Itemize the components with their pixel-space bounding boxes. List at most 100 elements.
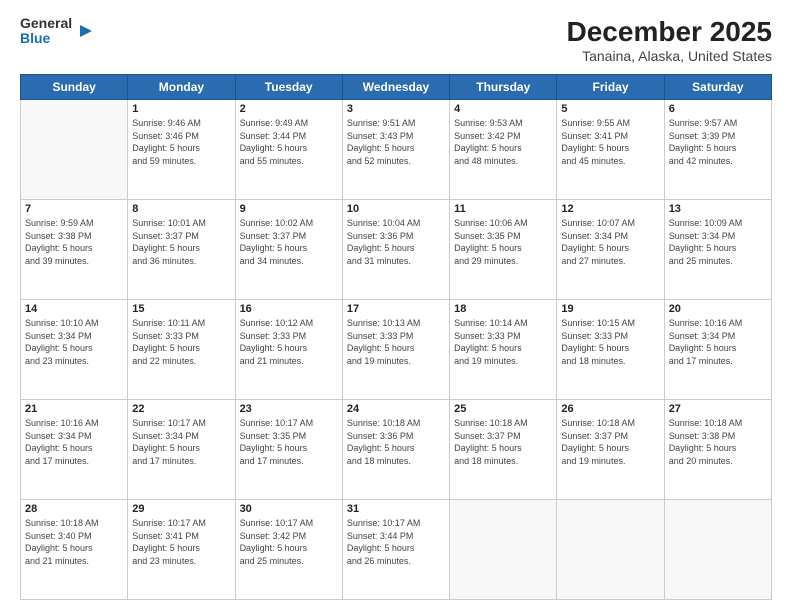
day-info: Sunrise: 10:12 AM Sunset: 3:33 PM Daylig…	[240, 317, 338, 367]
week-row-2: 7Sunrise: 9:59 AM Sunset: 3:38 PM Daylig…	[21, 200, 772, 300]
logo: General Blue	[20, 16, 96, 47]
header-wednesday: Wednesday	[342, 75, 449, 100]
day-number: 27	[669, 403, 767, 415]
day-number: 4	[454, 103, 552, 115]
day-info: Sunrise: 9:49 AM Sunset: 3:44 PM Dayligh…	[240, 117, 338, 167]
calendar-cell: 11Sunrise: 10:06 AM Sunset: 3:35 PM Dayl…	[450, 200, 557, 300]
week-row-1: 1 Sunrise: 9:46 AM Sunset: 3:46 PM Daylig…	[21, 100, 772, 200]
calendar-cell: 18 Sunrise: 10:14 AM Sunset: 3:33 PM Dayl…	[450, 300, 557, 400]
day-info: Sunrise: 9:46 AM Sunset: 3:46 PM Dayligh…	[132, 117, 230, 167]
calendar-cell: 12 Sunrise: 10:07 AM Sunset: 3:34 PM Dayl…	[557, 200, 664, 300]
calendar-cell	[450, 500, 557, 600]
calendar-cell: 17 Sunrise: 10:13 AM Sunset: 3:33 PM Dayl…	[342, 300, 449, 400]
calendar-cell: 27 Sunrise: 10:18 AM Sunset: 3:38 PM Dayl…	[664, 400, 771, 500]
day-info: Sunrise: 10:18 AM Sunset: 3:38 PM Daylig…	[669, 417, 767, 467]
calendar-cell: 14Sunrise: 10:10 AM Sunset: 3:34 PM Dayl…	[21, 300, 128, 400]
day-number: 1	[132, 103, 230, 115]
calendar-cell: 6 Sunrise: 9:57 AM Sunset: 3:39 PM Daylig…	[664, 100, 771, 200]
day-info: Sunrise: 10:15 AM Sunset: 3:33 PM Daylig…	[561, 317, 659, 367]
day-info: Sunrise: 10:04 AM Sunset: 3:36 PM Daylig…	[347, 217, 445, 267]
day-number: 25	[454, 403, 552, 415]
calendar-cell: 30 Sunrise: 10:17 AM Sunset: 3:42 PM Dayl…	[235, 500, 342, 600]
calendar-cell: 22 Sunrise: 10:17 AM Sunset: 3:34 PM Dayl…	[128, 400, 235, 500]
day-number: 14	[25, 303, 123, 315]
day-number: 17	[347, 303, 445, 315]
day-info: Sunrise: 10:07 AM Sunset: 3:34 PM Daylig…	[561, 217, 659, 267]
logo-arrow-icon	[76, 21, 96, 41]
day-number: 20	[669, 303, 767, 315]
day-number: 6	[669, 103, 767, 115]
day-info: Sunrise: 10:14 AM Sunset: 3:33 PM Daylig…	[454, 317, 552, 367]
calendar-cell: 9 Sunrise: 10:02 AM Sunset: 3:37 PM Dayli…	[235, 200, 342, 300]
calendar-cell: 2 Sunrise: 9:49 AM Sunset: 3:44 PM Daylig…	[235, 100, 342, 200]
calendar-cell	[664, 500, 771, 600]
day-number: 23	[240, 403, 338, 415]
day-info: Sunrise: 9:57 AM Sunset: 3:39 PM Dayligh…	[669, 117, 767, 167]
day-info: Sunrise: 10:13 AM Sunset: 3:33 PM Daylig…	[347, 317, 445, 367]
day-number: 12	[561, 203, 659, 215]
page: General Blue December 2025 Tanaina, Alas…	[0, 0, 792, 612]
day-info: Sunrise: 10:18 AM Sunset: 3:37 PM Daylig…	[454, 417, 552, 467]
day-info: Sunrise: 10:02 AM Sunset: 3:37 PM Daylig…	[240, 217, 338, 267]
header-saturday: Saturday	[664, 75, 771, 100]
day-info: Sunrise: 10:18 AM Sunset: 3:36 PM Daylig…	[347, 417, 445, 467]
day-info: Sunrise: 10:17 AM Sunset: 3:42 PM Daylig…	[240, 517, 338, 567]
calendar-header-row: SundayMondayTuesdayWednesdayThursdayFrid…	[21, 75, 772, 100]
day-number: 18	[454, 303, 552, 315]
title-block: December 2025 Tanaina, Alaska, United St…	[567, 16, 772, 64]
day-info: Sunrise: 10:06 AM Sunset: 3:35 PM Daylig…	[454, 217, 552, 267]
day-info: Sunrise: 10:16 AM Sunset: 3:34 PM Daylig…	[669, 317, 767, 367]
calendar-cell: 29Sunrise: 10:17 AM Sunset: 3:41 PM Dayl…	[128, 500, 235, 600]
calendar-cell: 13 Sunrise: 10:09 AM Sunset: 3:34 PM Dayl…	[664, 200, 771, 300]
day-info: Sunrise: 9:53 AM Sunset: 3:42 PM Dayligh…	[454, 117, 552, 167]
logo-blue: Blue	[20, 31, 72, 46]
header-tuesday: Tuesday	[235, 75, 342, 100]
day-info: Sunrise: 10:18 AM Sunset: 3:40 PM Daylig…	[25, 517, 123, 567]
header-thursday: Thursday	[450, 75, 557, 100]
calendar-cell: 24Sunrise: 10:18 AM Sunset: 3:36 PM Dayl…	[342, 400, 449, 500]
calendar-cell: 21Sunrise: 10:16 AM Sunset: 3:34 PM Dayl…	[21, 400, 128, 500]
week-row-4: 21Sunrise: 10:16 AM Sunset: 3:34 PM Dayl…	[21, 400, 772, 500]
header-monday: Monday	[128, 75, 235, 100]
day-info: Sunrise: 10:09 AM Sunset: 3:34 PM Daylig…	[669, 217, 767, 267]
day-number: 22	[132, 403, 230, 415]
calendar-cell: 7Sunrise: 9:59 AM Sunset: 3:38 PM Daylig…	[21, 200, 128, 300]
day-info: Sunrise: 10:17 AM Sunset: 3:41 PM Daylig…	[132, 517, 230, 567]
calendar-cell: 15 Sunrise: 10:11 AM Sunset: 3:33 PM Dayl…	[128, 300, 235, 400]
day-number: 9	[240, 203, 338, 215]
day-info: Sunrise: 10:17 AM Sunset: 3:35 PM Daylig…	[240, 417, 338, 467]
day-number: 15	[132, 303, 230, 315]
calendar-cell: 20 Sunrise: 10:16 AM Sunset: 3:34 PM Dayl…	[664, 300, 771, 400]
page-title: December 2025	[567, 16, 772, 48]
day-number: 19	[561, 303, 659, 315]
day-number: 8	[132, 203, 230, 215]
calendar-cell: 31 Sunrise: 10:17 AM Sunset: 3:44 PM Dayl…	[342, 500, 449, 600]
week-row-5: 28Sunrise: 10:18 AM Sunset: 3:40 PM Dayl…	[21, 500, 772, 600]
logo-general: General	[20, 16, 72, 31]
day-info: Sunrise: 10:18 AM Sunset: 3:37 PM Daylig…	[561, 417, 659, 467]
page-subtitle: Tanaina, Alaska, United States	[567, 48, 772, 64]
calendar-cell: 3 Sunrise: 9:51 AM Sunset: 3:43 PM Daylig…	[342, 100, 449, 200]
day-number: 3	[347, 103, 445, 115]
day-info: Sunrise: 10:17 AM Sunset: 3:34 PM Daylig…	[132, 417, 230, 467]
day-number: 13	[669, 203, 767, 215]
day-number: 26	[561, 403, 659, 415]
calendar-cell: 26 Sunrise: 10:18 AM Sunset: 3:37 PM Dayl…	[557, 400, 664, 500]
calendar-cell: 10 Sunrise: 10:04 AM Sunset: 3:36 PM Dayl…	[342, 200, 449, 300]
day-info: Sunrise: 10:11 AM Sunset: 3:33 PM Daylig…	[132, 317, 230, 367]
header: General Blue December 2025 Tanaina, Alas…	[20, 16, 772, 64]
day-number: 31	[347, 503, 445, 515]
header-friday: Friday	[557, 75, 664, 100]
calendar-cell: 5 Sunrise: 9:55 AM Sunset: 3:41 PM Daylig…	[557, 100, 664, 200]
day-number: 10	[347, 203, 445, 215]
week-row-3: 14Sunrise: 10:10 AM Sunset: 3:34 PM Dayl…	[21, 300, 772, 400]
day-number: 7	[25, 203, 123, 215]
calendar-cell: 25 Sunrise: 10:18 AM Sunset: 3:37 PM Dayl…	[450, 400, 557, 500]
day-number: 16	[240, 303, 338, 315]
day-info: Sunrise: 9:51 AM Sunset: 3:43 PM Dayligh…	[347, 117, 445, 167]
day-number: 5	[561, 103, 659, 115]
day-info: Sunrise: 10:17 AM Sunset: 3:44 PM Daylig…	[347, 517, 445, 567]
day-info: Sunrise: 9:55 AM Sunset: 3:41 PM Dayligh…	[561, 117, 659, 167]
day-number: 2	[240, 103, 338, 115]
day-number: 30	[240, 503, 338, 515]
